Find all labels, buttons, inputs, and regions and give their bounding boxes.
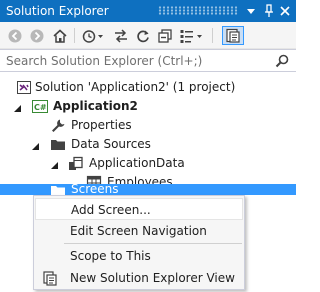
toolbar-separator bbox=[74, 28, 75, 43]
tree-item-screens[interactable]: Screens bbox=[0, 184, 296, 195]
folder-icon bbox=[50, 184, 66, 195]
menu-item-new-solution-explorer-view[interactable]: New Solution Explorer View bbox=[35, 267, 243, 289]
toolbar-separator bbox=[212, 28, 213, 43]
tree-item-label: Properties bbox=[71, 118, 132, 132]
tree-item-label: Application2 bbox=[53, 99, 138, 113]
collapse-all-icon[interactable] bbox=[156, 26, 174, 45]
expanded-arrow-icon[interactable] bbox=[50, 159, 59, 169]
menu-separator bbox=[64, 243, 242, 244]
preview-icon[interactable] bbox=[222, 26, 244, 45]
menu-item-edit-screen-navigation[interactable]: Edit Screen Navigation bbox=[35, 220, 243, 242]
menu-item-scope-to-this[interactable]: Scope to This bbox=[35, 245, 243, 267]
menu-item-add-screen[interactable]: Add Screen... bbox=[35, 198, 243, 220]
folder-icon bbox=[50, 137, 66, 152]
csharp-project-icon: C# bbox=[32, 99, 48, 114]
dropdown-icon[interactable] bbox=[243, 3, 259, 19]
history-icon[interactable] bbox=[80, 26, 106, 45]
expanded-arrow-icon[interactable] bbox=[13, 102, 22, 112]
tree-item-properties[interactable]: Properties bbox=[0, 116, 296, 135]
menu-item-label: Edit Screen Navigation bbox=[70, 224, 207, 238]
title-bar: Solution Explorer bbox=[0, 0, 296, 22]
new-view-icon bbox=[42, 270, 58, 286]
properties-icon[interactable] bbox=[178, 26, 206, 45]
menu-item-label: Add Screen... bbox=[71, 203, 151, 217]
tree-item-label: Screens bbox=[71, 184, 119, 195]
tree-item-label: Solution 'Application2' (1 project) bbox=[35, 80, 236, 94]
home-icon[interactable] bbox=[51, 26, 69, 45]
context-menu: Add Screen... Edit Screen Navigation Sco… bbox=[33, 195, 245, 290]
expanded-arrow-icon[interactable] bbox=[31, 140, 40, 150]
close-icon[interactable] bbox=[277, 3, 293, 19]
tree-item-label: ApplicationData bbox=[89, 156, 185, 170]
search-input[interactable]: Search Solution Explorer (Ctrl+;) bbox=[6, 54, 202, 68]
solution-icon bbox=[16, 80, 32, 95]
tree-item-project[interactable]: C# Application2 bbox=[0, 97, 296, 116]
tree-item-application-data[interactable]: ApplicationData bbox=[0, 154, 296, 173]
wrench-icon bbox=[50, 118, 66, 133]
search-icon[interactable] bbox=[274, 53, 290, 72]
database-icon bbox=[68, 156, 84, 171]
menu-item-label: New Solution Explorer View bbox=[70, 271, 235, 285]
back-icon[interactable] bbox=[6, 26, 24, 45]
menu-item-label: Scope to This bbox=[70, 249, 151, 263]
sync-icon[interactable] bbox=[112, 26, 130, 45]
search-box[interactable]: Search Solution Explorer (Ctrl+;) bbox=[0, 49, 296, 72]
tree-item-label: Data Sources bbox=[71, 137, 151, 151]
tree-item-data-sources[interactable]: Data Sources bbox=[0, 135, 296, 154]
refresh-icon[interactable] bbox=[134, 26, 152, 45]
forward-icon[interactable] bbox=[28, 26, 46, 45]
pin-icon[interactable] bbox=[261, 3, 277, 19]
toolbar bbox=[0, 22, 296, 49]
window-title: Solution Explorer bbox=[6, 4, 109, 18]
drag-grip[interactable] bbox=[158, 6, 238, 15]
svg-text:C#: C# bbox=[34, 103, 47, 112]
tree-item-solution[interactable]: Solution 'Application2' (1 project) bbox=[0, 78, 296, 97]
